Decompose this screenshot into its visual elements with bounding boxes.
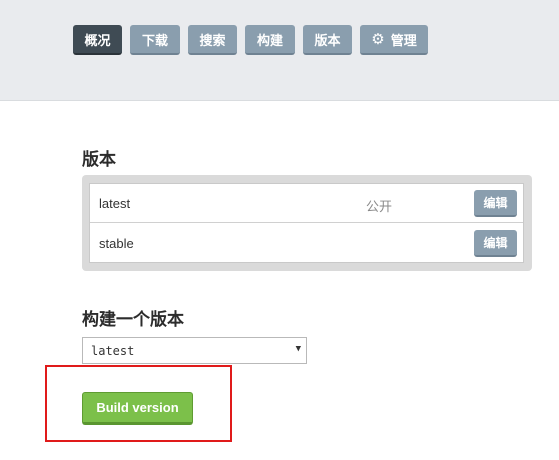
- versions-heading: 版本: [82, 150, 116, 169]
- build-version-heading: 构建一个版本: [82, 310, 184, 329]
- tab-admin-label: 管理: [390, 32, 417, 48]
- tab-search-label: 搜索: [199, 32, 226, 48]
- top-nav-bar: 概况 下载 搜索 构建 版本 ⚙ 管理: [0, 0, 559, 101]
- tab-versions-label: 版本: [314, 32, 341, 48]
- tab-overview[interactable]: 概况: [73, 25, 122, 55]
- version-row: latest 公开 编辑: [90, 184, 523, 223]
- tab-versions[interactable]: 版本: [303, 25, 352, 55]
- version-select[interactable]: latest ▼: [82, 337, 307, 364]
- version-privacy-label: 公开: [366, 199, 393, 214]
- version-row: stable 编辑: [90, 224, 523, 263]
- tab-builds-label: 构建: [256, 32, 283, 48]
- gear-icon: ⚙: [371, 30, 385, 48]
- tab-overview-label: 概况: [84, 32, 111, 48]
- tab-search[interactable]: 搜索: [188, 25, 237, 55]
- version-select-value: latest: [91, 344, 135, 358]
- tab-downloads[interactable]: 下载: [130, 25, 180, 55]
- tab-builds[interactable]: 构建: [245, 25, 295, 55]
- version-name[interactable]: latest: [99, 196, 130, 211]
- tab-downloads-label: 下载: [141, 32, 168, 48]
- versions-table: latest 公开 编辑 stable 编辑: [89, 183, 524, 263]
- tab-admin[interactable]: ⚙ 管理: [360, 25, 428, 55]
- edit-version-button[interactable]: 编辑: [474, 230, 517, 257]
- version-name[interactable]: stable: [99, 236, 134, 251]
- dropdown-arrow-icon: ▼: [295, 344, 301, 354]
- build-version-button[interactable]: Build version: [82, 392, 193, 425]
- edit-version-button[interactable]: 编辑: [474, 190, 517, 217]
